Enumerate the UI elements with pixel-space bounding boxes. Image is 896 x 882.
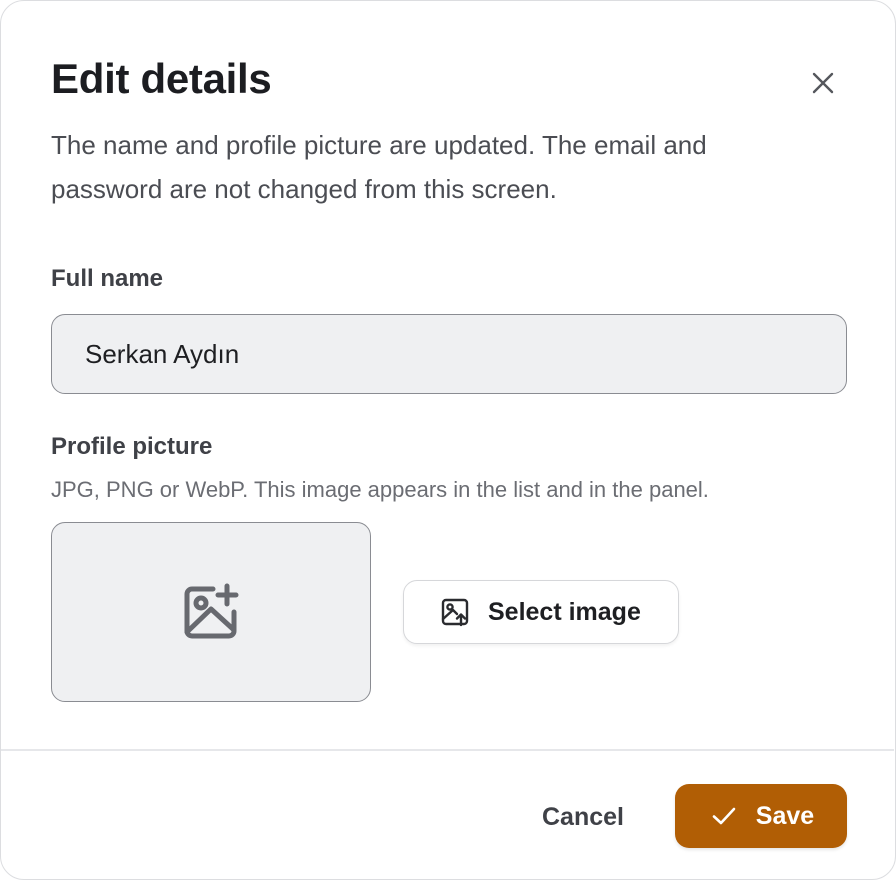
profile-picture-label: Profile picture <box>51 433 213 460</box>
image-upload-icon <box>440 597 470 627</box>
dialog-title: Edit details <box>51 55 272 102</box>
close-icon <box>811 71 835 95</box>
dialog-description: The name and profile picture are updated… <box>51 130 707 204</box>
profile-picture-preview[interactable] <box>51 522 371 702</box>
save-button[interactable]: Save <box>675 784 847 848</box>
save-label: Save <box>755 801 815 830</box>
full-name-label: Full name <box>51 265 164 292</box>
check-icon <box>710 802 738 830</box>
profile-picture-hint: JPG, PNG or WebP. This image appears in … <box>51 477 709 502</box>
image-plus-icon <box>181 582 241 642</box>
select-image-button[interactable]: Select image <box>403 580 679 644</box>
cancel-button[interactable]: Cancel <box>521 785 645 849</box>
select-image-label: Select image <box>488 597 641 626</box>
edit-details-dialog: Edit details The name and profile pictur… <box>0 0 896 880</box>
full-name-input[interactable] <box>51 314 847 394</box>
footer-divider <box>1 749 894 751</box>
close-button[interactable] <box>801 61 845 105</box>
